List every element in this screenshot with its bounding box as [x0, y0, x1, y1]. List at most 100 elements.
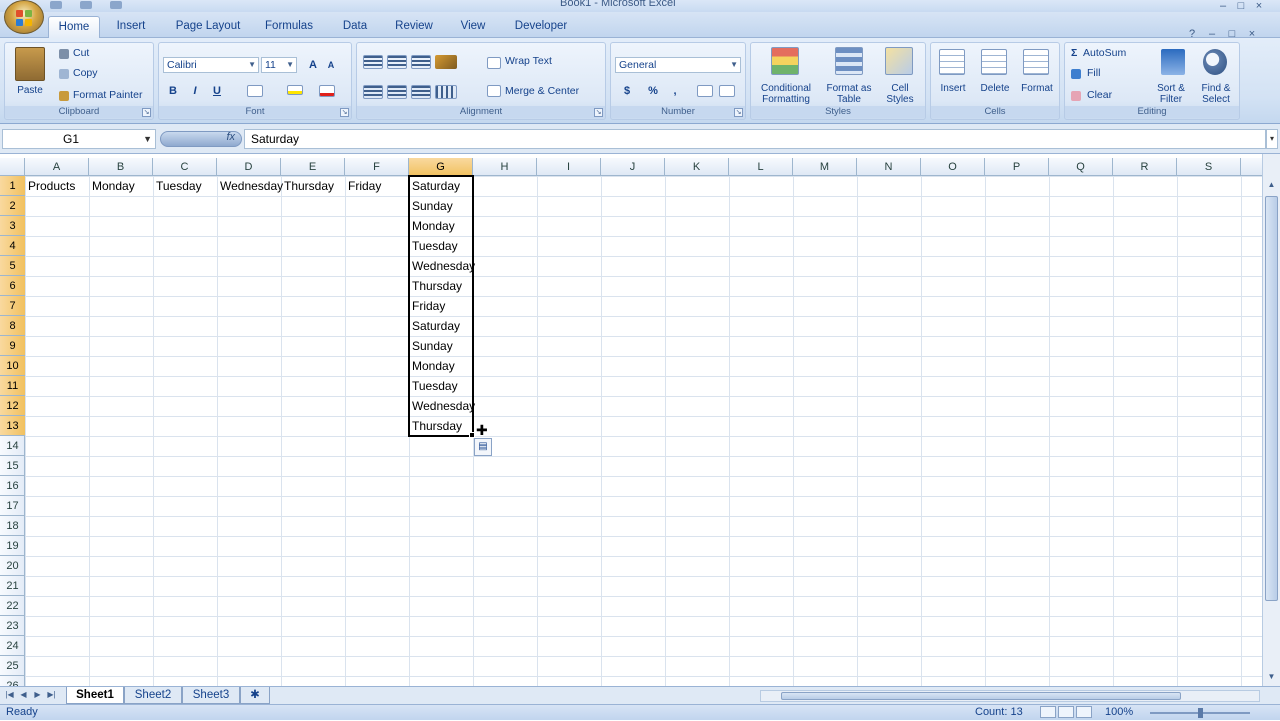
office-button[interactable]: [4, 0, 44, 34]
first-sheet-icon[interactable]: |◀: [4, 689, 15, 701]
column-header-i[interactable]: I: [537, 158, 601, 176]
sheet-tab-3[interactable]: Sheet3: [182, 687, 240, 704]
row-header-17[interactable]: 17: [0, 496, 25, 516]
column-header-b[interactable]: B: [89, 158, 153, 176]
insert-button[interactable]: Insert: [933, 83, 973, 94]
row-header-21[interactable]: 21: [0, 576, 25, 596]
format-cells-icon[interactable]: [1023, 49, 1049, 75]
row-header-3[interactable]: 3: [0, 216, 25, 236]
sort-filter-button[interactable]: Sort & Filter: [1149, 83, 1193, 105]
italic-button[interactable]: I: [187, 83, 203, 97]
underline-button[interactable]: U: [209, 83, 225, 97]
row-header-18[interactable]: 18: [0, 516, 25, 536]
row-header-10[interactable]: 10: [0, 356, 25, 376]
cell-e1[interactable]: Thursday: [281, 176, 334, 196]
tab-review[interactable]: Review: [390, 18, 438, 38]
row-header-11[interactable]: 11: [0, 376, 25, 396]
column-header-f[interactable]: F: [345, 158, 409, 176]
chevron-down-icon[interactable]: ▼: [143, 130, 152, 148]
merge-center-button[interactable]: Merge & Center: [505, 85, 579, 97]
undo-icon[interactable]: [80, 1, 92, 9]
row-header-2[interactable]: 2: [0, 196, 25, 216]
row-header-12[interactable]: 12: [0, 396, 25, 416]
scroll-up-icon[interactable]: ▲: [1265, 178, 1278, 192]
formula-input[interactable]: Saturday: [244, 129, 1266, 149]
cells-area[interactable]: Products Monday Tuesday Wednesday Thursday Fr…: [25, 175, 1262, 686]
format-painter-button[interactable]: Format Painter: [73, 89, 142, 101]
shrink-font-button[interactable]: A: [323, 57, 339, 71]
column-header-g[interactable]: G: [409, 158, 473, 176]
conditional-formatting-icon[interactable]: [771, 47, 799, 75]
format-as-table-button[interactable]: Format as Table: [823, 83, 875, 105]
row-header-15[interactable]: 15: [0, 456, 25, 476]
column-header-e[interactable]: E: [281, 158, 345, 176]
column-header-m[interactable]: M: [793, 158, 857, 176]
increase-decimal-icon[interactable]: [697, 85, 713, 97]
orientation-icon[interactable]: [435, 55, 457, 69]
row-header-23[interactable]: 23: [0, 616, 25, 636]
tab-formulas[interactable]: Formulas: [258, 18, 320, 38]
column-header-h[interactable]: H: [473, 158, 537, 176]
format-as-table-icon[interactable]: [835, 47, 863, 75]
row-header-7[interactable]: 7: [0, 296, 25, 316]
column-header-o[interactable]: O: [921, 158, 985, 176]
column-header-d[interactable]: D: [217, 158, 281, 176]
tab-data[interactable]: Data: [336, 18, 374, 38]
column-header-s[interactable]: S: [1177, 158, 1241, 176]
normal-view-icon[interactable]: [1040, 706, 1056, 718]
delete-button[interactable]: Delete: [975, 83, 1015, 94]
select-all-corner[interactable]: [0, 158, 25, 176]
cell-styles-icon[interactable]: [885, 47, 913, 75]
paste-icon[interactable]: [15, 47, 45, 81]
cell-a1[interactable]: Products: [25, 176, 75, 196]
bold-button[interactable]: B: [165, 83, 181, 97]
fill-color-icon[interactable]: [287, 85, 303, 95]
row-header-24[interactable]: 24: [0, 636, 25, 656]
column-header-l[interactable]: L: [729, 158, 793, 176]
column-header-n[interactable]: N: [857, 158, 921, 176]
horizontal-scroll-thumb[interactable]: [781, 692, 1181, 700]
font-name-combo[interactable]: Calibri ▼: [163, 57, 259, 73]
next-sheet-icon[interactable]: ▶: [32, 689, 43, 701]
sort-filter-icon[interactable]: [1161, 49, 1185, 75]
find-select-button[interactable]: Find & Select: [1193, 83, 1239, 105]
align-middle-icon[interactable]: [387, 55, 407, 69]
copy-button[interactable]: Copy: [73, 67, 98, 79]
row-header-4[interactable]: 4: [0, 236, 25, 256]
font-color-icon[interactable]: [319, 85, 335, 97]
tab-developer[interactable]: Developer: [508, 18, 574, 38]
cell-c1[interactable]: Tuesday: [153, 176, 202, 196]
column-header-p[interactable]: P: [985, 158, 1049, 176]
tab-page-layout[interactable]: Page Layout: [170, 18, 246, 38]
clear-button[interactable]: Clear: [1087, 89, 1112, 101]
autosum-button[interactable]: AutoSum: [1083, 47, 1126, 59]
borders-icon[interactable]: [247, 85, 263, 97]
row-header-8[interactable]: 8: [0, 316, 25, 336]
sheet-tab-2[interactable]: Sheet2: [124, 687, 182, 704]
alignment-launcher-icon[interactable]: ↘: [594, 108, 603, 117]
align-center-icon[interactable]: [387, 85, 407, 99]
row-header-16[interactable]: 16: [0, 476, 25, 496]
last-sheet-icon[interactable]: ▶|: [46, 689, 57, 701]
wrap-text-button[interactable]: Wrap Text: [505, 55, 552, 67]
scroll-down-icon[interactable]: ▼: [1265, 670, 1278, 684]
column-header-q[interactable]: Q: [1049, 158, 1113, 176]
row-header-19[interactable]: 19: [0, 536, 25, 556]
font-size-combo[interactable]: 11 ▼: [261, 57, 297, 73]
insert-cells-icon[interactable]: [939, 49, 965, 75]
format-button[interactable]: Format: [1017, 83, 1057, 94]
percent-button[interactable]: %: [645, 83, 661, 97]
row-header-14[interactable]: 14: [0, 436, 25, 456]
align-left-icon[interactable]: [363, 85, 383, 99]
page-break-view-icon[interactable]: [1076, 706, 1092, 718]
expand-formula-bar-icon[interactable]: ▾: [1266, 129, 1278, 149]
cell-f1[interactable]: Friday: [345, 176, 381, 196]
redo-icon[interactable]: [110, 1, 122, 9]
auto-fill-options-icon[interactable]: ▤: [474, 438, 492, 456]
row-header-20[interactable]: 20: [0, 556, 25, 576]
conditional-formatting-button[interactable]: Conditional Formatting: [753, 83, 819, 105]
cut-button[interactable]: Cut: [73, 47, 89, 59]
currency-button[interactable]: $: [619, 83, 635, 97]
row-header-5[interactable]: 5: [0, 256, 25, 276]
align-top-icon[interactable]: [363, 55, 383, 69]
